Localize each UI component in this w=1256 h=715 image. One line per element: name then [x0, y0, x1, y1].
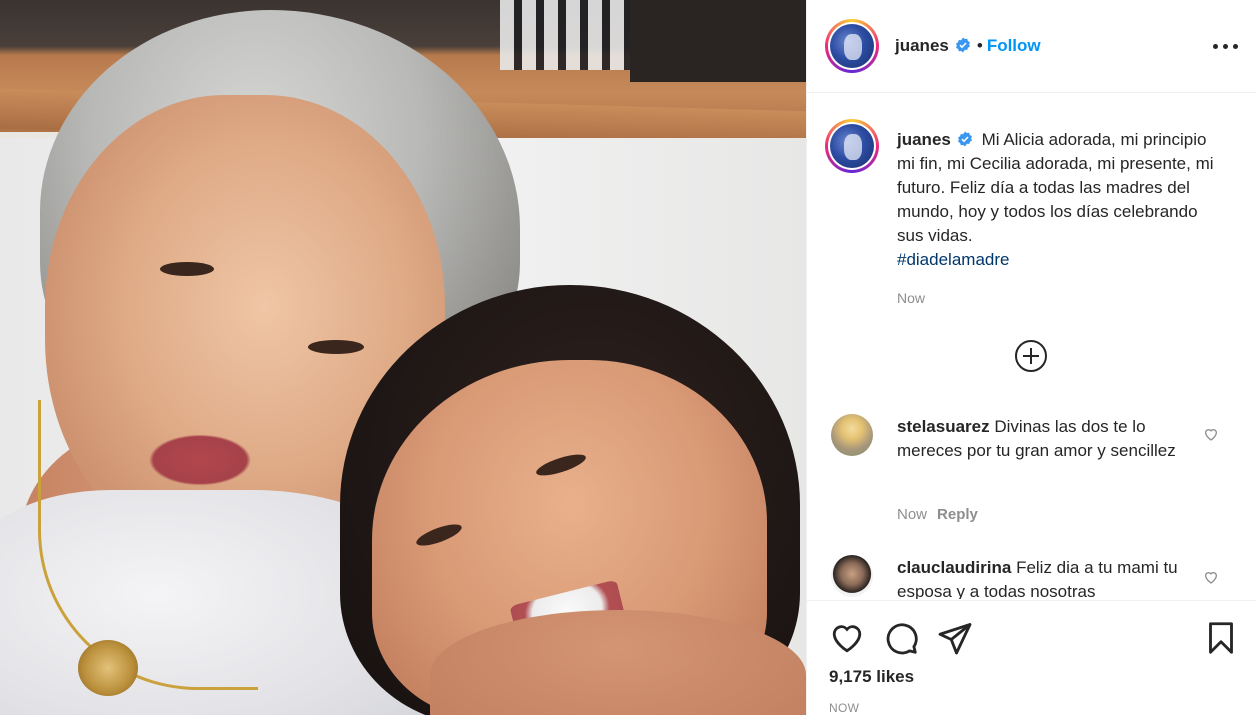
comments-scroll-area[interactable]: juanes Mi Alicia adorada, mi principio m… [807, 94, 1256, 599]
more-options-icon[interactable] [1211, 36, 1241, 56]
reply-button[interactable]: Reply [937, 506, 978, 523]
comment-icon[interactable] [883, 620, 919, 656]
post-timestamp: NOW [829, 701, 860, 715]
post-side-panel: juanes • Follow juanes Mi Alicia adorada,… [806, 0, 1256, 715]
caption-username[interactable]: juanes [897, 130, 951, 149]
paper-plane-icon[interactable] [937, 620, 973, 656]
author-avatar[interactable] [825, 19, 879, 73]
post-header: juanes • Follow [807, 0, 1256, 93]
commenter-avatar[interactable] [831, 555, 873, 597]
photo-pendant [78, 640, 138, 696]
comment-timestamp: Now [897, 506, 928, 523]
commenter-avatar[interactable] [831, 414, 873, 456]
heart-icon[interactable] [829, 620, 865, 656]
photo-elder-eye-right [308, 340, 364, 354]
verified-badge-icon [957, 131, 972, 147]
bookmark-icon[interactable] [1203, 620, 1239, 656]
comment-heart-icon[interactable] [1203, 426, 1219, 442]
post-photo[interactable] [0, 0, 806, 715]
follow-button[interactable]: Follow [987, 36, 1041, 55]
comment-text-block: clauclaudirina Feliz dia a tu mami tu es… [897, 556, 1187, 599]
post-actions: 9,175 likes NOW [807, 600, 1256, 715]
photo-cups [500, 0, 630, 70]
caption-hashtag-link[interactable]: #diadelamadre [897, 250, 1009, 269]
caption-author-avatar[interactable] [825, 119, 879, 173]
post-caption: juanes Mi Alicia adorada, mi principio m… [897, 128, 1227, 272]
photo-elder-eye-left [160, 262, 214, 276]
plus-circle-icon[interactable] [1015, 340, 1047, 372]
verified-badge-icon [955, 37, 970, 53]
photo-dark-object [630, 0, 806, 82]
caption-timestamp: Now [897, 290, 926, 306]
comment-heart-icon[interactable] [1203, 569, 1219, 585]
likes-count[interactable]: 9,175 likes [829, 667, 914, 687]
separator-dot: • [976, 36, 983, 55]
header-user-row: juanes • Follow [895, 36, 1041, 56]
comment-text-block: stelasuarez Divinas las dos te lo merece… [897, 415, 1187, 463]
commenter-username[interactable]: stelasuarez [897, 417, 990, 436]
commenter-username[interactable]: clauclaudirina [897, 558, 1011, 577]
comment-meta: Now Reply [897, 506, 978, 523]
author-username[interactable]: juanes [895, 36, 949, 55]
